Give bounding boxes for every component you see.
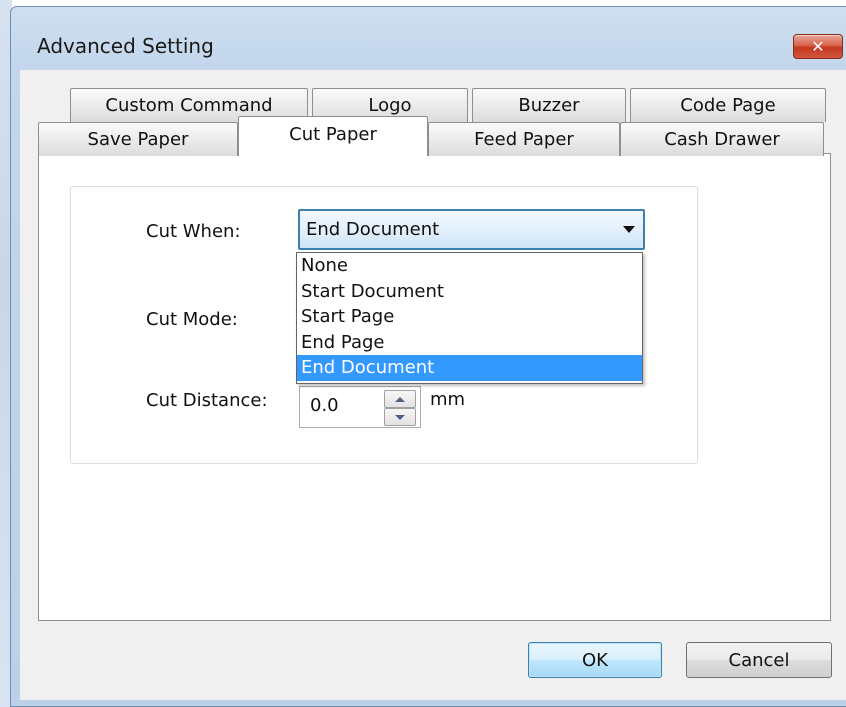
tab-code-page[interactable]: Code Page [630, 88, 826, 122]
tab-buzzer[interactable]: Buzzer [472, 88, 626, 122]
arrow-up-icon [395, 396, 405, 402]
dropdown-option-end-document[interactable]: End Document [297, 355, 642, 381]
tab-save-paper[interactable]: Save Paper [38, 122, 238, 156]
spin-down-button[interactable] [384, 408, 416, 426]
cancel-button[interactable]: Cancel [686, 642, 832, 678]
cut-distance-label: Cut Distance: [146, 390, 268, 411]
close-icon: ✕ [811, 37, 825, 56]
cut-distance-spinner[interactable]: 0.0 [299, 386, 421, 428]
chevron-down-icon[interactable] [623, 226, 635, 233]
arrow-down-icon [395, 414, 405, 420]
dropdown-option-end-page[interactable]: End Page [297, 330, 642, 356]
tab-cut-paper[interactable]: Cut Paper [238, 116, 428, 156]
cut-when-select[interactable]: End Document [298, 209, 645, 250]
dropdown-option-start-document[interactable]: Start Document [297, 279, 642, 305]
dropdown-option-start-page[interactable]: Start Page [297, 304, 642, 330]
dropdown-option-none[interactable]: None [297, 253, 642, 279]
spin-up-button[interactable] [384, 390, 416, 408]
cut-distance-value[interactable]: 0.0 [310, 395, 339, 416]
cut-mode-label: Cut Mode: [146, 309, 238, 330]
tab-cash-drawer[interactable]: Cash Drawer [620, 122, 824, 156]
cut-when-dropdown-list: None Start Document Start Page End Page … [296, 252, 643, 384]
close-button[interactable]: ✕ [793, 34, 843, 59]
ok-button[interactable]: OK [528, 642, 662, 678]
cut-when-label: Cut When: [146, 221, 241, 242]
tab-feed-paper[interactable]: Feed Paper [428, 122, 620, 156]
cut-distance-unit: mm [430, 389, 466, 410]
cut-when-value: End Document [306, 219, 440, 240]
window-title: Advanced Setting [37, 34, 214, 58]
